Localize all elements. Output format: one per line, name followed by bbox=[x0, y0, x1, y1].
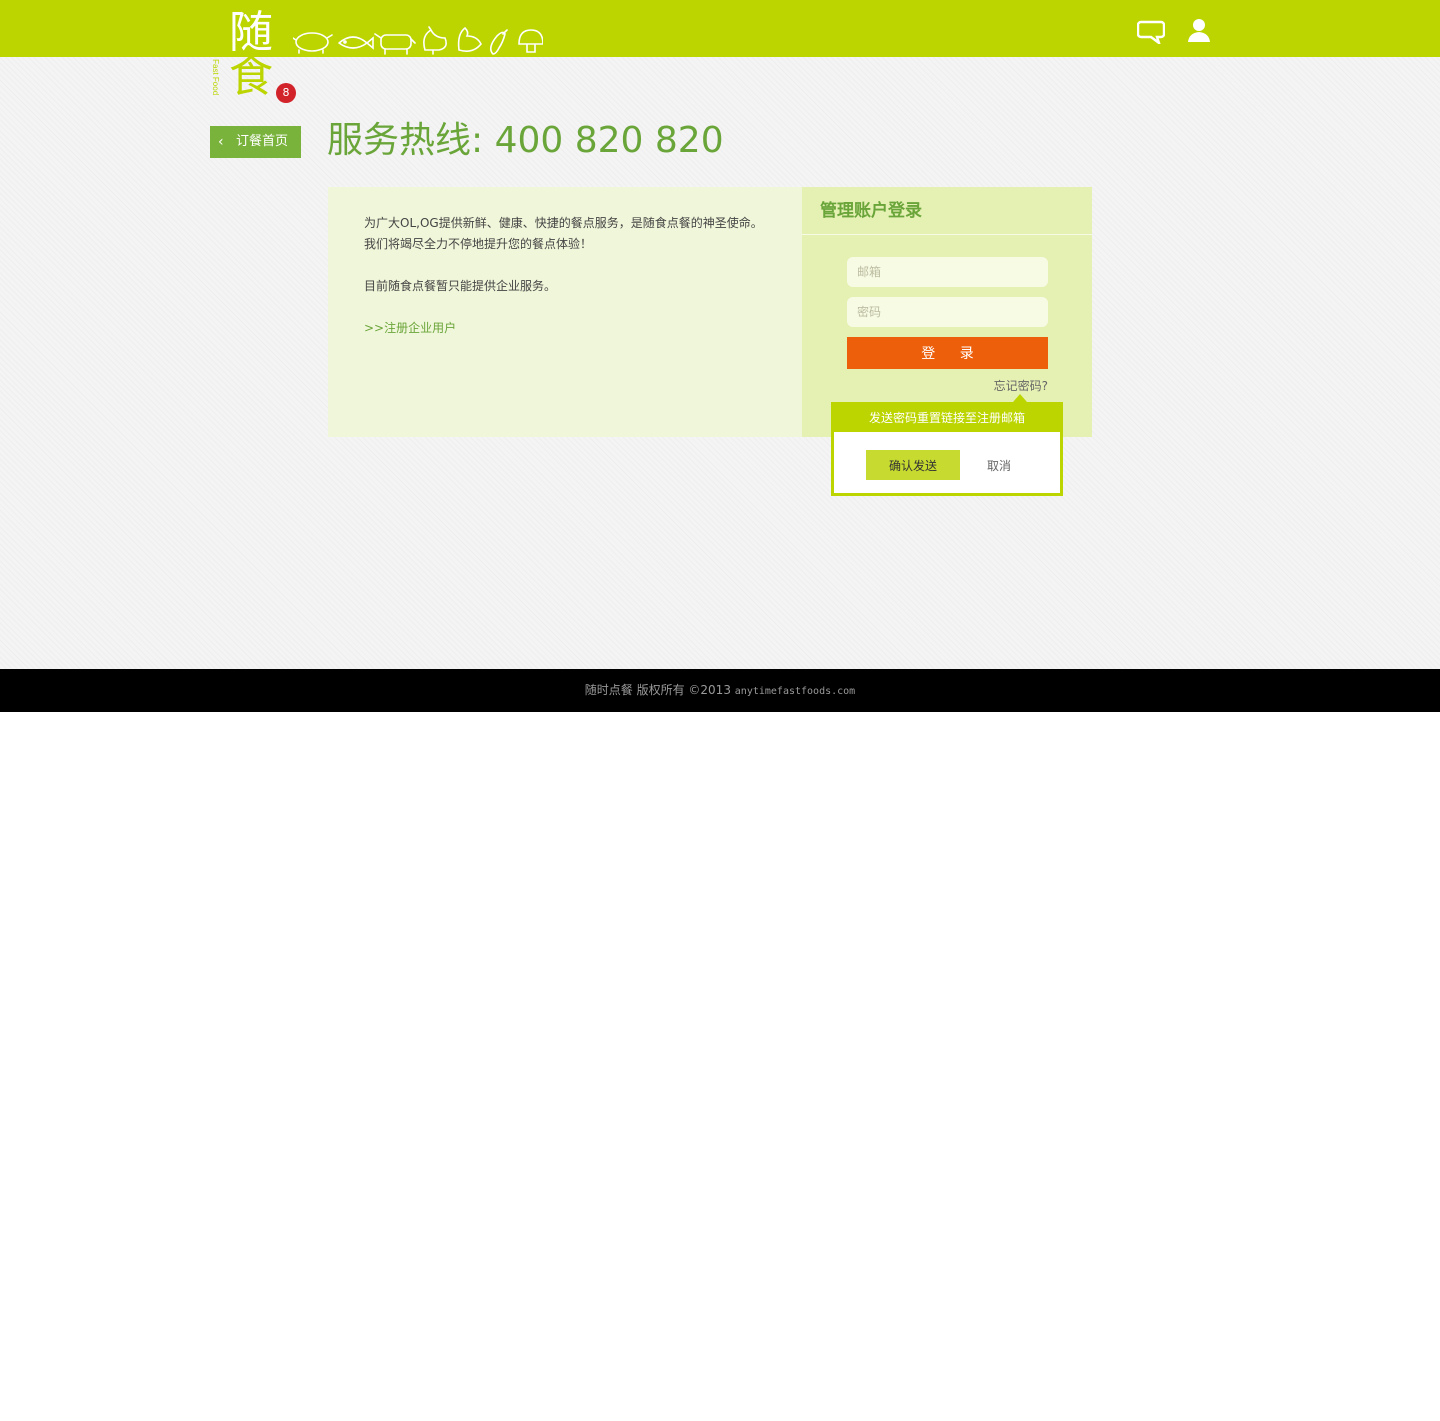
password-reset-popup: 发送密码重置链接至注册邮箱 确认发送 取消 bbox=[831, 402, 1063, 496]
logo-bottom-char: 食 bbox=[229, 51, 273, 102]
back-button-label: 订餐首页 bbox=[236, 134, 289, 149]
back-to-order-home-button[interactable]: ‹ 订餐首页 bbox=[210, 126, 301, 158]
intro-line-3: 目前随食点餐暂只能提供企业服务。 bbox=[364, 279, 557, 293]
chat-icon[interactable] bbox=[1137, 18, 1165, 44]
popup-arrow bbox=[1013, 394, 1027, 402]
eggplant-icon bbox=[489, 29, 508, 55]
food-animals-strip bbox=[293, 26, 543, 55]
chicken-icon bbox=[423, 26, 447, 55]
site-logo[interactable]: 随 食 Anytime Fast Food 8 bbox=[210, 10, 300, 105]
intro-text: 为广大OL,OG提供新鲜、健康、快捷的餐点服务，是随食点餐的神圣使命。 我们将竭… bbox=[364, 213, 784, 339]
fish-icon bbox=[338, 36, 374, 50]
login-title: 管理账户登录 bbox=[802, 187, 1092, 235]
cow-icon bbox=[374, 33, 416, 55]
logo-badge-icon: 8 bbox=[276, 83, 296, 103]
intro-line-2: 我们将竭尽全力不停地提升您的餐点体验！ bbox=[364, 237, 593, 251]
intro-line-1: 为广大OL,OG提供新鲜、健康、快捷的餐点服务，是随食点餐的神圣使命。 bbox=[364, 216, 763, 230]
logo-subtitle: Anytime Fast Food bbox=[211, 28, 220, 96]
cancel-button[interactable]: 取消 bbox=[974, 450, 1024, 480]
footer-copyright: 随时点餐 版权所有 ©2013 bbox=[584, 683, 731, 697]
password-field[interactable] bbox=[847, 297, 1048, 327]
login-button[interactable]: 登 录 bbox=[847, 337, 1048, 369]
register-company-link[interactable]: >>注册企业用户 bbox=[364, 321, 456, 335]
footer: 随时点餐 版权所有 ©2013 anytimefastfoods.com bbox=[0, 669, 1440, 712]
chevron-left-icon: ‹ bbox=[218, 134, 224, 150]
popup-title: 发送密码重置链接至注册邮箱 bbox=[868, 411, 1025, 425]
mushroom-icon bbox=[518, 29, 543, 53]
popup-body: 确认发送 取消 bbox=[834, 432, 1060, 493]
main-panel: 为广大OL,OG提供新鲜、健康、快捷的餐点服务，是随食点餐的神圣使命。 我们将竭… bbox=[328, 187, 1092, 437]
forgot-password-link[interactable]: 忘记密码? bbox=[994, 377, 1048, 394]
email-field[interactable] bbox=[847, 257, 1048, 287]
user-icon[interactable] bbox=[1187, 17, 1211, 43]
logo-top-char: 随 bbox=[229, 7, 273, 58]
login-box: 管理账户登录 登 录 忘记密码? bbox=[802, 187, 1092, 437]
service-hotline: 服务热线: 400 820 820 bbox=[327, 120, 724, 161]
confirm-send-button[interactable]: 确认发送 bbox=[866, 450, 960, 480]
footer-site[interactable]: anytimefastfoods.com bbox=[735, 686, 855, 697]
duck-icon bbox=[457, 26, 482, 52]
